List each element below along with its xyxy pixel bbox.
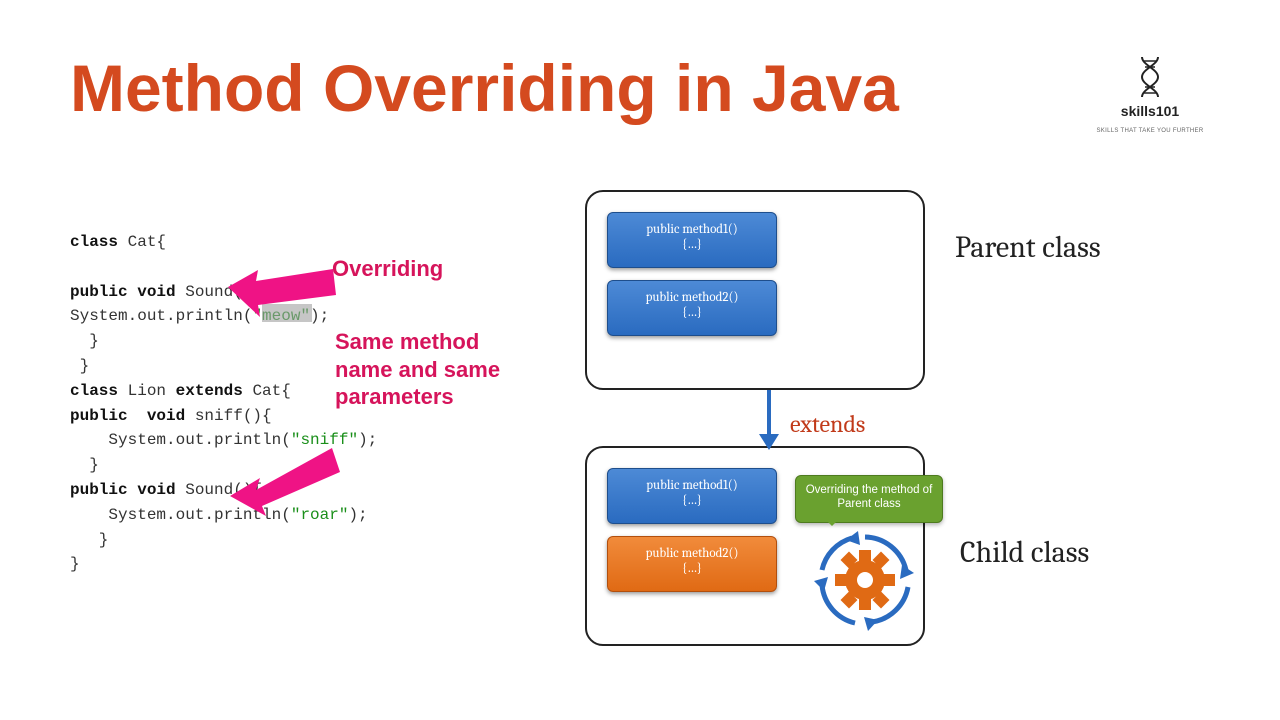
extends-arrow-icon bbox=[755, 388, 783, 452]
gear-cycle-icon bbox=[810, 525, 920, 635]
brand-logo: skills101 SKILLS THAT TAKE YOU FURTHER bbox=[1090, 55, 1210, 137]
arrow-icon bbox=[228, 265, 338, 325]
parent-class-label: Parent class bbox=[955, 230, 1101, 265]
dna-icon bbox=[1128, 55, 1172, 99]
extends-label: extends bbox=[790, 410, 865, 438]
parent-class-box: public method1() {…} public method2() {…… bbox=[585, 190, 925, 390]
page-title: Method Overriding in Java bbox=[70, 50, 899, 126]
method-card: public method1() {…} bbox=[607, 212, 777, 268]
arrow-icon bbox=[230, 448, 340, 518]
override-callout: Overriding the method of Parent class bbox=[795, 475, 943, 523]
brand-name: skills101 bbox=[1090, 103, 1210, 119]
brand-tagline: SKILLS THAT TAKE YOU FURTHER bbox=[1097, 128, 1204, 134]
method-card: public method2() {…} bbox=[607, 280, 777, 336]
method-card-overridden: public method2() {…} bbox=[607, 536, 777, 592]
annotation-same-method: Same method name and same parameters bbox=[335, 328, 535, 411]
child-class-label: Child class bbox=[960, 535, 1089, 570]
method-card: public method1() {…} bbox=[607, 468, 777, 524]
annotation-overriding: Overriding bbox=[332, 255, 443, 283]
